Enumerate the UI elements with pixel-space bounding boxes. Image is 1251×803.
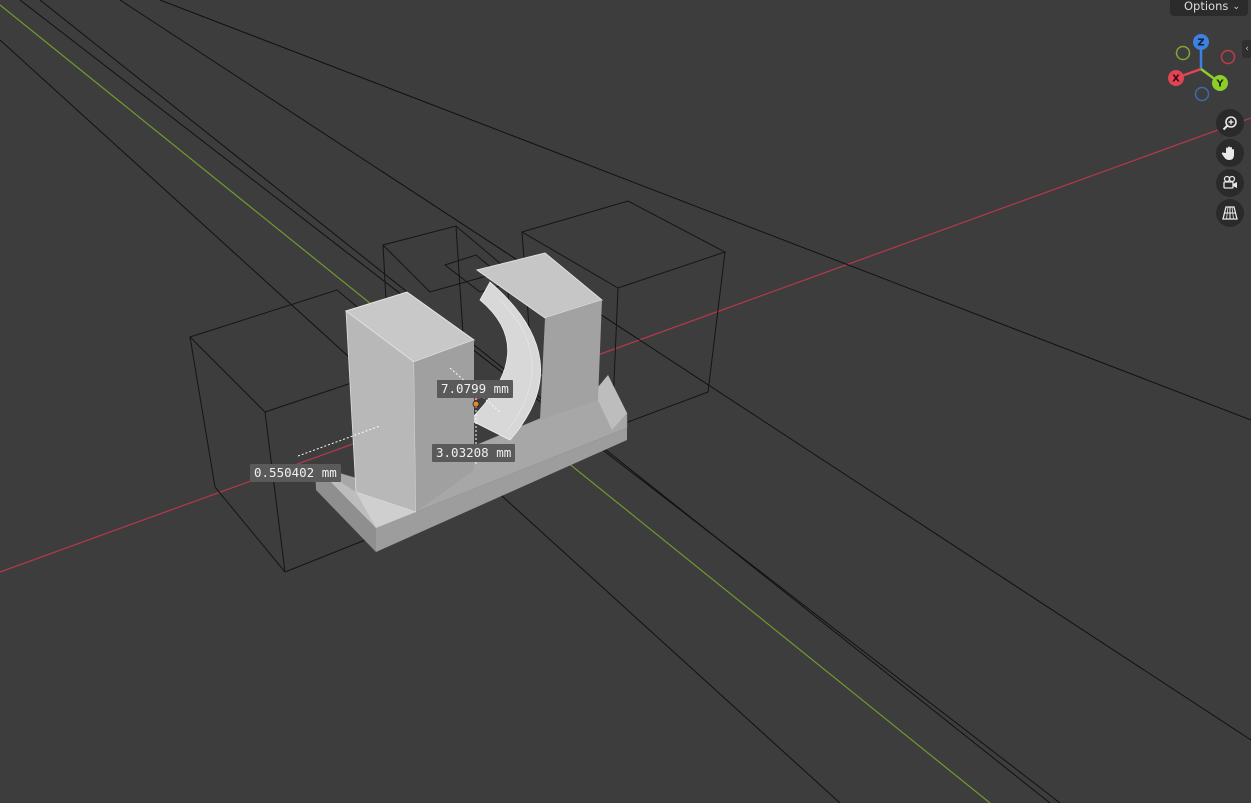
zoom-button[interactable] [1216, 109, 1244, 137]
measurement-horizontal: 7.0799 mm [437, 380, 513, 398]
measurement-offset: 0.550402 mm [250, 464, 341, 482]
chevron-down-icon: ⌄ [1232, 2, 1240, 12]
measurement-vertical: 3.03208 mm [432, 444, 516, 462]
measure-point[interactable] [472, 400, 480, 408]
camera-view-button[interactable] [1216, 169, 1244, 197]
options-label: Options [1184, 0, 1229, 13]
axis-gizmo[interactable]: Z X Y [1168, 34, 1236, 102]
pan-button[interactable] [1216, 139, 1244, 167]
gizmo-neg-z[interactable] [1194, 86, 1210, 102]
scene-canvas[interactable]: Z X Y [0, 0, 1251, 803]
model-mesh[interactable] [314, 252, 628, 552]
hand-pan-icon [1221, 146, 1234, 160]
zoom-icon [1222, 116, 1237, 131]
x-axis-line [0, 117, 1251, 573]
gizmo-neg-y[interactable] [1175, 45, 1191, 61]
camera-view-icon [1223, 175, 1237, 189]
3d-viewport[interactable]: Z X Y Options ⌄ ‹ 7.0799 mm 3.03208 mm 0… [0, 0, 1251, 803]
bounding-lines [0, 0, 1251, 803]
perspective-grid-icon [1222, 206, 1238, 220]
sidebar-collapse-tab[interactable]: ‹ [1242, 40, 1251, 58]
gizmo-z-label: Z [1197, 38, 1204, 49]
options-dropdown[interactable]: Options ⌄ [1170, 0, 1248, 16]
perspective-toggle-button[interactable] [1216, 199, 1244, 227]
gizmo-neg-x[interactable] [1220, 49, 1236, 65]
gizmo-y-label: Y [1215, 79, 1224, 90]
gizmo-x-label: X [1172, 74, 1180, 85]
